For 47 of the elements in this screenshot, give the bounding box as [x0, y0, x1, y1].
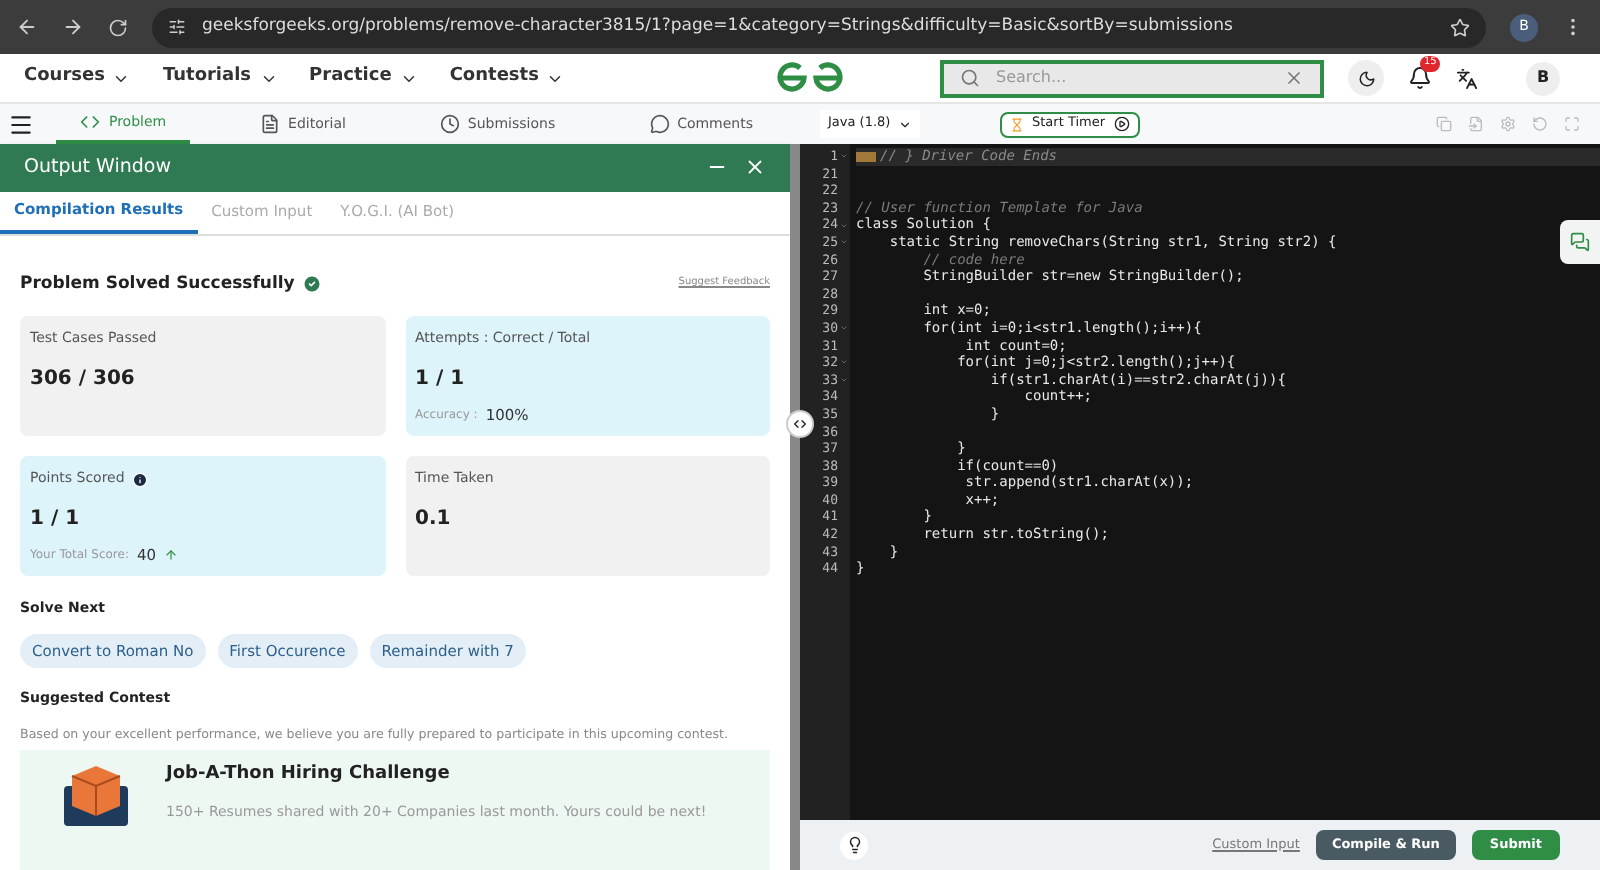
stat-value: 0.1	[415, 505, 453, 534]
search-bar[interactable]: Search...	[940, 59, 1324, 97]
document-icon	[260, 114, 281, 134]
moon-icon	[1357, 69, 1375, 87]
status-heading: Problem Solved Successfully	[20, 271, 295, 297]
forward-icon[interactable]	[62, 16, 84, 38]
stat-value: 306 / 306	[30, 365, 137, 394]
check-icon	[302, 273, 323, 294]
nav-menu[interactable]: Contests	[449, 64, 565, 92]
chat-button[interactable]	[1560, 220, 1600, 264]
nav-menu[interactable]: Tutorials	[162, 64, 278, 92]
translate-icon[interactable]	[1456, 67, 1478, 89]
site-settings-icon[interactable]	[168, 18, 186, 36]
search-field[interactable]: Search...	[996, 66, 1268, 90]
output-window-title: Output Window	[24, 153, 173, 182]
comment-icon	[649, 114, 670, 134]
close-icon[interactable]	[744, 156, 766, 179]
clear-icon[interactable]	[1284, 68, 1304, 88]
nav-menu[interactable]: Courses	[24, 64, 131, 92]
caret-icon	[898, 117, 912, 131]
hint-button[interactable]	[840, 831, 868, 859]
fold-marker[interactable]	[856, 151, 876, 162]
user-avatar[interactable]: B	[1526, 61, 1560, 95]
clock-icon	[439, 114, 460, 134]
lightbulb-icon	[845, 836, 863, 854]
back-icon[interactable]	[16, 16, 38, 38]
hourglass-icon	[1010, 117, 1024, 131]
stat-value: 1 / 1	[30, 505, 82, 534]
logo-icon	[776, 62, 844, 94]
notification-icon[interactable]	[1408, 66, 1432, 90]
code-icon	[80, 112, 101, 132]
search-icon	[960, 68, 980, 88]
scrollbar[interactable]	[790, 144, 800, 870]
menu-icon[interactable]	[8, 111, 34, 137]
nav-menu[interactable]: Practice	[309, 64, 418, 92]
reload-icon[interactable]	[108, 17, 128, 37]
theme-toggle[interactable]	[1348, 60, 1384, 96]
url-text: geeksforgeeks.org/problems/remove-character3815/1?page=1&category=Strings&difficulty=Basic&sortBy=submissions	[202, 14, 1233, 40]
info-icon[interactable]	[132, 471, 149, 488]
contest-title: Job-A-Thon Hiring Challenge	[166, 762, 452, 788]
chat-icon	[1570, 232, 1590, 252]
play-icon	[1113, 116, 1130, 132]
stat-value: 1 / 1	[415, 365, 467, 394]
code-arrows-icon	[792, 416, 808, 432]
package-icon	[60, 762, 132, 826]
bookmark-icon[interactable]	[1450, 17, 1470, 37]
address-bar[interactable]: geeksforgeeks.org/problems/remove-character3815/1?page=1&category=Strings&difficulty=Basic&sortBy=submissions	[152, 7, 1486, 47]
